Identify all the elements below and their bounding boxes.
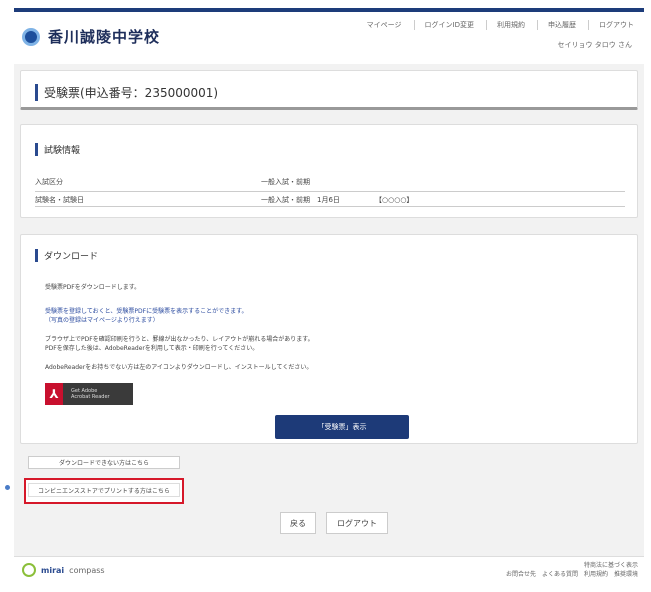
exam-info-panel: 試験情報 入試区分 一般入試・前期 試験名・試験日 一般入試・前期 1月6日 【… — [20, 124, 638, 218]
adobe-icon: ⅄ — [45, 383, 63, 405]
school-name: 香川誠陵中学校 — [48, 28, 161, 46]
page-frame: 香川誠陵中学校 マイページ ログインID変更 利用規約 申込履歴 ログアウト セ… — [14, 8, 644, 582]
row-value: 一般入試・前期 — [261, 178, 310, 186]
logout-button[interactable]: ログアウト — [326, 512, 388, 534]
adobe-reader-link[interactable]: ⅄ Get Adobe Acrobat Reader — [45, 383, 133, 405]
row-value: 一般入試・前期 1月6日 — [261, 196, 340, 204]
nav-change-login-id[interactable]: ログインID変更 — [413, 20, 474, 30]
top-nav: マイページ ログインID変更 利用規約 申込履歴 ログアウト — [357, 20, 634, 30]
miraicompass-icon — [22, 563, 36, 577]
header: 香川誠陵中学校 マイページ ログインID変更 利用規約 申込履歴 ログアウト セ… — [14, 12, 644, 64]
table-row: 試験名・試験日 一般入試・前期 1月6日 【○○○○】 — [35, 191, 625, 207]
username: セイリョウ タロウ さん — [557, 41, 632, 49]
school-logo[interactable]: 香川誠陵中学校 — [22, 26, 160, 47]
footer: mirai compass 特商法に基づく表示 お問合せ先 よくある質問 利用規約… — [14, 556, 644, 582]
adobe-badge-text: Get Adobe Acrobat Reader — [71, 388, 110, 400]
school-emblem-icon — [22, 27, 40, 46]
row-label: 入試区分 — [35, 178, 63, 186]
back-button[interactable]: 戻る — [280, 512, 316, 534]
show-admission-ticket-button[interactable]: 「受験票」表示 — [275, 415, 409, 439]
footer-link-legal[interactable]: 特商法に基づく表示 — [506, 561, 638, 570]
nav-terms[interactable]: 利用規約 — [486, 20, 525, 30]
marker-dot — [5, 485, 10, 490]
nav-logout[interactable]: ログアウト — [588, 20, 634, 30]
page-title-panel: 受験票(申込番号：235000001) — [20, 70, 638, 110]
download-text-1: 受験票PDFをダウンロードします。 — [45, 284, 141, 291]
nav-application-history[interactable]: 申込履歴 — [537, 20, 576, 30]
download-panel: ダウンロード 受験票PDFをダウンロードします。 受験票を登録しておくと、受験票… — [20, 234, 638, 444]
download-text-2: 受験票を登録しておくと、受験票PDFに受験票を表示することができます。 — [45, 308, 248, 315]
download-text-5: PDFを保存した後は、AdobeReaderを利用して表示・印刷を行ってください… — [45, 345, 259, 352]
footer-link-row[interactable]: お問合せ先 よくある質問 利用規約 推奨環境 — [506, 570, 638, 579]
download-text-3: （写真の登録はマイページより行えます） — [45, 317, 159, 324]
table-row: 入試区分 一般入試・前期 — [35, 177, 625, 191]
row-label: 試験名・試験日 — [35, 196, 84, 204]
download-heading: ダウンロード — [35, 249, 98, 262]
miraicompass-logo[interactable]: mirai compass — [22, 563, 105, 577]
footer-links: 特商法に基づく表示 お問合せ先 よくある質問 利用規約 推奨環境 — [506, 561, 638, 579]
row-extra: 【○○○○】 — [375, 196, 414, 204]
nav-mypage[interactable]: マイページ — [357, 20, 402, 30]
download-text-6: AdobeReaderをお持ちでない方は左のアイコンよりダウンロードし、インスト… — [45, 364, 313, 371]
convenience-store-print-button[interactable]: コンビニエンスストアでプリントする方はこちら — [28, 483, 180, 497]
download-help-button[interactable]: ダウンロードできない方はこちら — [28, 456, 180, 469]
page-title: 受験票(申込番号：235000001) — [35, 84, 218, 101]
exam-info-heading: 試験情報 — [35, 143, 80, 156]
download-text-4: ブラウザ上でPDFを確認印刷を行うと、罫線が出なかったり、レイアウトが崩れる場合… — [45, 336, 314, 343]
